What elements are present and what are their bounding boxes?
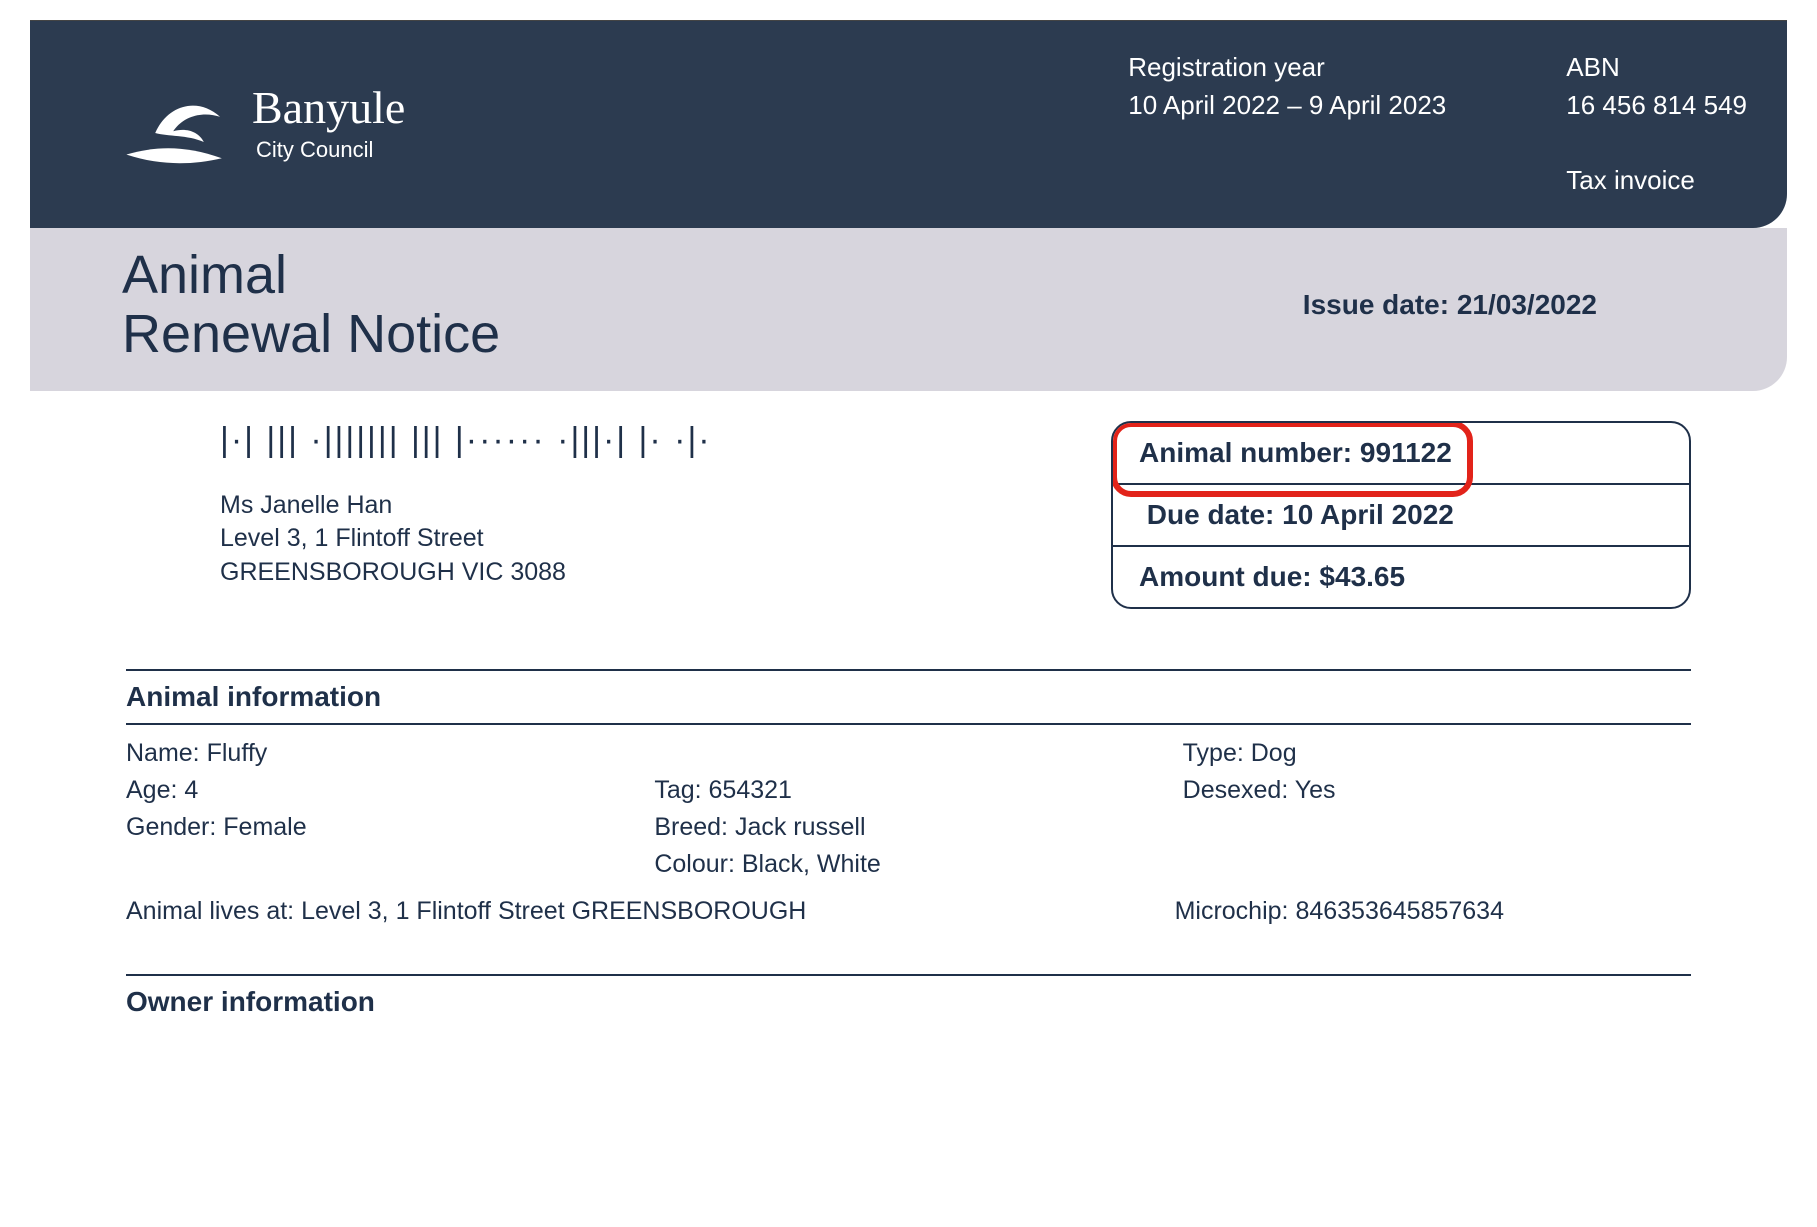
recipient-addr1: Level 3, 1 Flintoff Street — [220, 522, 1071, 556]
abn-label: ABN — [1566, 49, 1747, 87]
brand-sub: City Council — [256, 137, 405, 163]
animal-extra-row: Animal lives at: Level 3, 1 Flintoff Str… — [126, 885, 1691, 944]
brand-name: Banyule — [252, 85, 405, 131]
logo-text: Banyule City Council — [252, 85, 405, 163]
issue-date: Issue date: 21/03/2022 — [1303, 289, 1597, 321]
document-sheet: Banyule City Council Registration year 1… — [30, 20, 1787, 1028]
animal-number-value: 991122 — [1360, 437, 1452, 468]
section-animal-information: Animal information — [126, 669, 1691, 725]
recipient-name: Ms Janelle Han — [220, 489, 1071, 523]
mid-section: |·| ||| ·||||||| ||| |······ ·|||·| |· ·… — [30, 391, 1787, 639]
header-band: Banyule City Council Registration year 1… — [30, 21, 1787, 228]
header-info: Registration year 10 April 2022 – 9 Apri… — [1128, 49, 1747, 200]
animal-number-label: Animal number: — [1139, 437, 1360, 468]
field-lives-at: Animal lives at: Level 3, 1 Flintoff Str… — [126, 897, 1135, 926]
postal-barcode: |·| ||| ·||||||| ||| |······ ·|||·| |· ·… — [220, 421, 1071, 471]
animal-number-row: Animal number: 991122 — [1113, 423, 1689, 485]
field-breed: Breed: Jack russell — [654, 813, 1162, 842]
due-date-row: Due date: 10 April 2022 — [1113, 485, 1689, 547]
recipient-block: |·| ||| ·||||||| ||| |······ ·|||·| |· ·… — [220, 421, 1071, 609]
abn-value: 16 456 814 549 — [1566, 90, 1747, 120]
section-owner-information: Owner information — [126, 974, 1691, 1028]
summary-box: Animal number: 991122 Due date: 10 April… — [1111, 421, 1691, 609]
animal-fields: Name: Fluffy Type: Dog Age: 4 Tag: 65432… — [126, 725, 1691, 885]
recipient-addr2: GREENSBOROUGH VIC 3088 — [220, 556, 1071, 590]
due-date-label: Due date: — [1147, 499, 1282, 530]
due-date-value: 10 April 2022 — [1282, 499, 1454, 530]
recipient-address: Ms Janelle Han Level 3, 1 Flintoff Stree… — [220, 489, 1071, 590]
banyule-bird-icon — [120, 79, 230, 169]
field-gender: Gender: Female — [126, 813, 634, 842]
field-microchip: Microchip: 846353645857634 — [1175, 897, 1691, 926]
title-line-1: Animal — [122, 246, 500, 305]
content-area: Animal information Name: Fluffy Type: Do… — [30, 669, 1787, 1028]
registration-year-value: 10 April 2022 – 9 April 2023 — [1128, 90, 1446, 120]
tax-invoice-label: Tax invoice — [1566, 165, 1695, 195]
field-name: Name: Fluffy — [126, 739, 634, 768]
registration-year: Registration year 10 April 2022 – 9 Apri… — [1128, 49, 1446, 200]
amount-due-value: $43.65 — [1319, 561, 1405, 592]
field-colour: Colour: Black, White — [654, 850, 1162, 879]
field-tag: Tag: 654321 — [654, 776, 1162, 805]
logo-block: Banyule City Council — [120, 49, 405, 200]
title-line-2: Renewal Notice — [122, 305, 500, 364]
abn-block: ABN 16 456 814 549 Tax invoice — [1566, 49, 1747, 200]
amount-due-label: Amount due: — [1139, 561, 1319, 592]
issue-date-value: 21/03/2022 — [1457, 289, 1597, 320]
amount-due-row: Amount due: $43.65 — [1113, 547, 1689, 607]
registration-year-label: Registration year — [1128, 49, 1446, 87]
field-desexed: Desexed: Yes — [1183, 776, 1691, 805]
field-type: Type: Dog — [1183, 739, 1691, 768]
document-title: Animal Renewal Notice — [122, 246, 500, 365]
field-age: Age: 4 — [126, 776, 634, 805]
title-band: Animal Renewal Notice Issue date: 21/03/… — [30, 228, 1787, 391]
issue-date-label: Issue date: — [1303, 289, 1457, 320]
